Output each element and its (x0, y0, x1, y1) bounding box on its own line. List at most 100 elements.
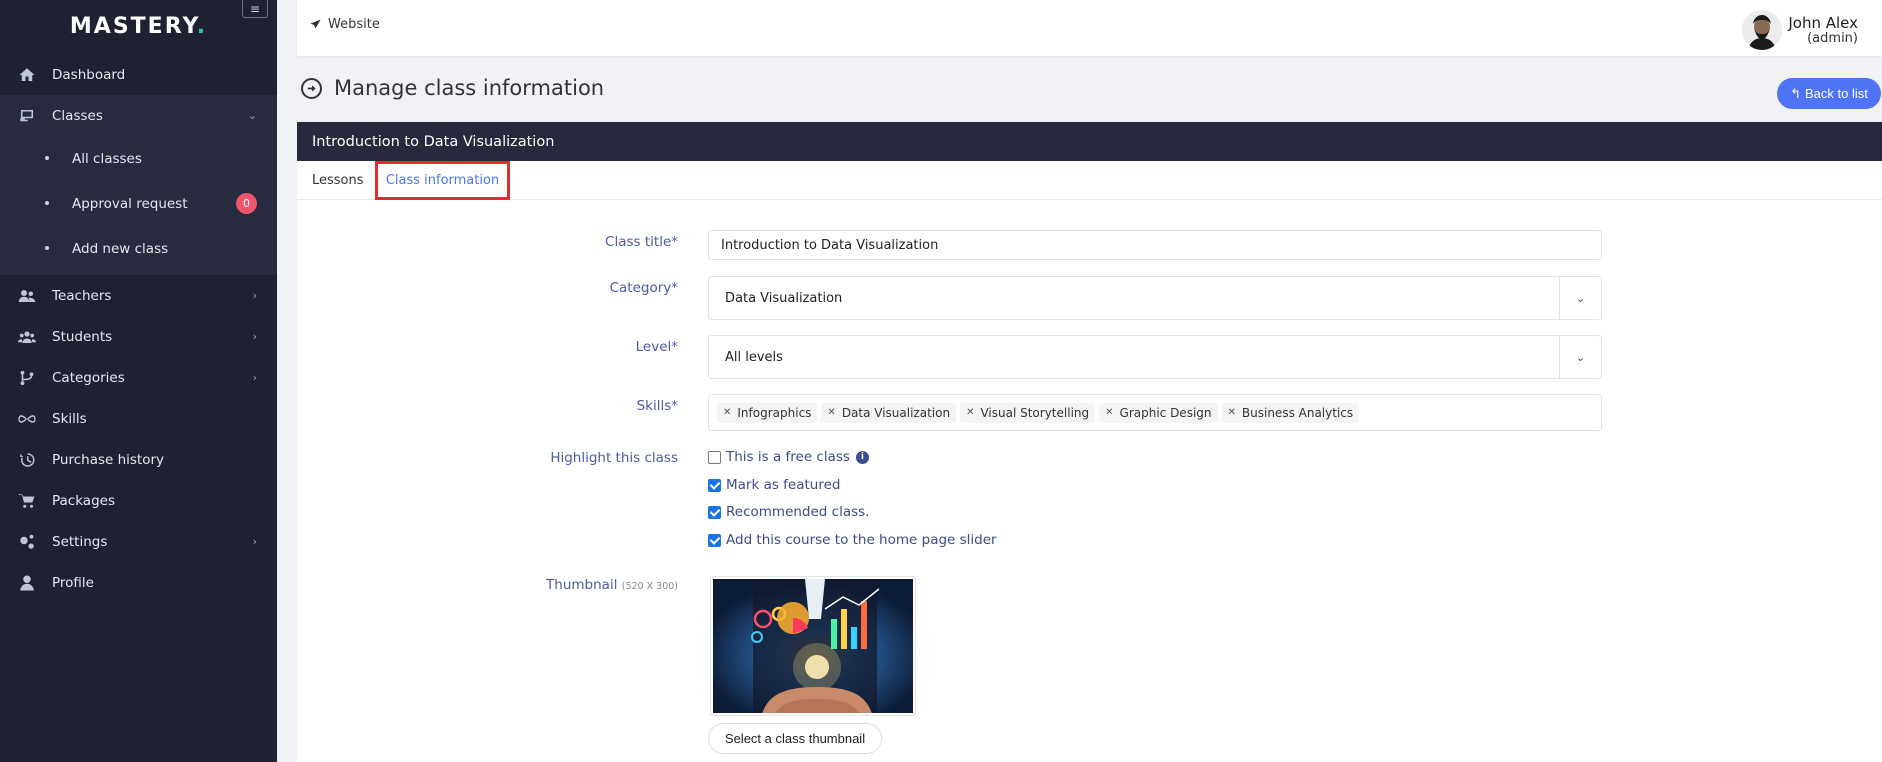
free-class-checkbox-row[interactable]: This is a free class i (708, 449, 869, 465)
skill-tag-label: Business Analytics (1241, 405, 1354, 420)
featured-checkbox-row[interactable]: Mark as featured (708, 477, 841, 493)
sidebar-item-profile[interactable]: Profile (0, 562, 277, 603)
level-select[interactable]: All levels ⌄ (708, 335, 1602, 379)
page-title: Manage class information (301, 76, 604, 100)
sidebar-subitem-label: Approval request (72, 195, 188, 212)
skill-tag[interactable]: ✕ Infographics (717, 402, 818, 423)
highlight-label: Highlight this class (550, 450, 678, 466)
sidebar-subitem-all-classes[interactable]: All classes (0, 136, 277, 181)
classes-icon (17, 106, 37, 126)
sidebar-item-label: Packages (52, 492, 115, 509)
remove-tag-icon[interactable]: ✕ (966, 407, 974, 418)
sidebar-subitem-approval-request[interactable]: Approval request 0 (0, 181, 277, 226)
user-icon (17, 573, 37, 593)
user-menu[interactable]: John Alex (admin) (1742, 10, 1858, 50)
remove-tag-icon[interactable]: ✕ (827, 407, 835, 418)
chevron-right-icon: › (252, 371, 257, 384)
class-title-input[interactable]: Introduction to Data Visualization (708, 230, 1602, 260)
sidebar-item-label: Profile (52, 574, 94, 591)
chevron-right-icon: › (252, 289, 257, 302)
history-icon (17, 450, 37, 470)
skill-tag[interactable]: ✕ Business Analytics (1221, 402, 1360, 423)
sidebar-item-skills[interactable]: Skills (0, 398, 277, 439)
chevron-right-icon: › (252, 535, 257, 548)
sidebar-subitem-label: All classes (72, 150, 142, 167)
sidebar-nav: Dashboard Classes ⌄ All classes Approval… (0, 54, 277, 603)
skill-tag-label: Visual Storytelling (980, 405, 1090, 420)
class-form-card: Lessons Class information Class title* C… (297, 161, 1882, 762)
sidebar-item-label: Classes (52, 107, 103, 124)
skills-icon (17, 409, 37, 429)
thumbnail-size-hint: (520 X 300) (621, 581, 678, 592)
sidebar-item-label: Teachers (52, 287, 112, 304)
skill-tag[interactable]: ✕ Visual Storytelling (960, 402, 1096, 423)
home-icon (17, 65, 37, 85)
slider-checkbox[interactable] (708, 533, 721, 547)
level-value: All levels (725, 349, 783, 365)
sidebar-item-settings[interactable]: Settings › (0, 521, 277, 562)
bullet-icon (45, 201, 49, 205)
bullet-icon (45, 156, 49, 160)
sidebar-item-packages[interactable]: Packages (0, 480, 277, 521)
card-header: Introduction to Data Visualization (297, 122, 1882, 161)
skills-tag-input[interactable]: ✕ Infographics ✕ Data Visualization ✕ Visua… (708, 394, 1602, 431)
remove-tag-icon[interactable]: ✕ (1105, 407, 1113, 418)
website-link-label: Website (328, 17, 380, 32)
sidebar-item-students[interactable]: Students › (0, 316, 277, 357)
user-name: John Alex (1788, 14, 1858, 32)
sidebar-item-label: Settings (52, 533, 108, 550)
sidebar-item-label: Dashboard (52, 66, 126, 83)
page-title-text: Manage class information (334, 76, 605, 100)
level-label: Level* (635, 339, 678, 355)
info-icon[interactable]: i (855, 450, 869, 464)
students-icon (17, 327, 37, 347)
skill-tag[interactable]: ✕ Data Visualization (821, 402, 957, 423)
class-title-value: Introduction to Data Visualization (721, 237, 939, 253)
website-link[interactable]: Website (310, 17, 380, 32)
remove-tag-icon[interactable]: ✕ (723, 407, 731, 418)
class-thumbnail-image (711, 577, 915, 715)
hamburger-icon: ≡ (249, 1, 261, 16)
menu-toggle-button[interactable]: ≡ (242, 0, 268, 18)
tab-class-information[interactable]: Class information (375, 161, 510, 200)
class-title-label: Class title* (605, 234, 678, 250)
sidebar-item-label: Categories (52, 369, 125, 386)
sidebar-item-dashboard[interactable]: Dashboard (0, 54, 277, 95)
remove-tag-icon[interactable]: ✕ (1228, 407, 1236, 418)
paper-plane-icon (310, 19, 321, 29)
tab-lessons[interactable]: Lessons (312, 161, 364, 200)
sidebar-item-teachers[interactable]: Teachers › (0, 275, 277, 316)
recommended-label: Recommended class. (726, 504, 870, 520)
free-class-checkbox[interactable] (708, 450, 721, 464)
skill-tag-label: Data Visualization (841, 405, 951, 420)
featured-label: Mark as featured (726, 477, 841, 493)
slider-checkbox-row[interactable]: Add this course to the home page slider (708, 532, 997, 548)
sidebar-item-label: Skills (52, 410, 87, 427)
recommended-checkbox[interactable] (708, 505, 721, 519)
arrow-circle-right-icon (301, 77, 322, 99)
sidebar-item-classes[interactable]: Classes ⌄ (0, 95, 277, 136)
topbar: Website John Alex (admin) (297, 0, 1882, 56)
thumbnail-label: Thumbnail (520 X 300) (546, 577, 678, 593)
featured-checkbox[interactable] (708, 478, 721, 492)
chevron-down-icon: ⌄ (1559, 336, 1601, 378)
chevron-down-icon: ⌄ (1559, 277, 1601, 319)
select-thumbnail-button[interactable]: Select a class thumbnail (708, 723, 882, 754)
back-to-list-button[interactable]: ↰ Back to list (1777, 78, 1881, 109)
category-select[interactable]: Data Visualization ⌄ (708, 276, 1602, 320)
sidebar-item-categories[interactable]: Categories › (0, 357, 277, 398)
sidebar-item-purchase-history[interactable]: Purchase history (0, 439, 277, 480)
skill-tag-label: Infographics (737, 405, 812, 420)
chevron-right-icon: › (252, 330, 257, 343)
recommended-checkbox-row[interactable]: Recommended class. (708, 504, 869, 520)
categories-icon (17, 368, 37, 388)
user-role: (admin) (1807, 31, 1858, 46)
reply-arrow-icon: ↰ (1790, 85, 1802, 101)
teachers-icon (17, 286, 37, 306)
bullet-icon (45, 246, 49, 250)
category-value: Data Visualization (725, 290, 843, 306)
skills-label: Skills* (636, 398, 678, 414)
skill-tag[interactable]: ✕ Graphic Design (1099, 402, 1218, 423)
sidebar-subitem-add-new-class[interactable]: Add new class (0, 226, 277, 271)
logo[interactable]: MASTERY. (0, 14, 277, 39)
